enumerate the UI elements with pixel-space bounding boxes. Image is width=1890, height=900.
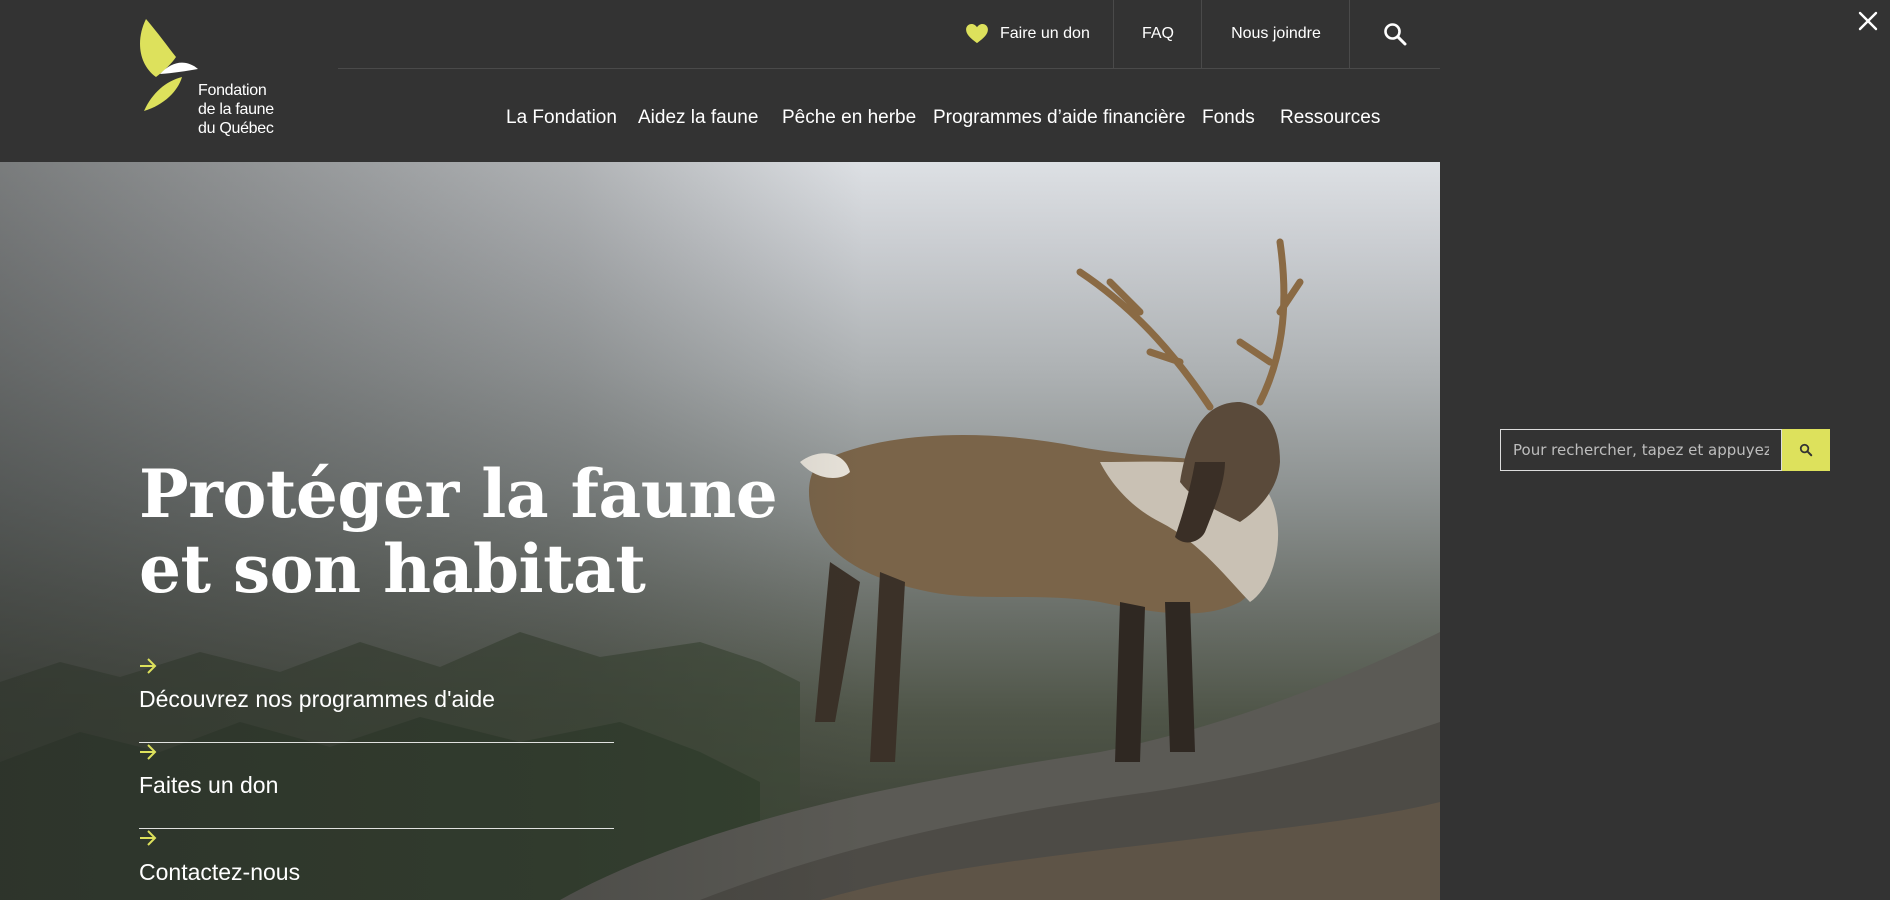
arrow-right-icon: [140, 744, 157, 760]
arrow-right-icon: [140, 830, 157, 846]
page: Fondation de la faune du Québec Faire un…: [0, 0, 1440, 900]
close-icon[interactable]: [1857, 10, 1879, 32]
main-navigation: La Fondation Aidez la faune Pêche en her…: [0, 69, 1440, 162]
contact-link[interactable]: Nous joindre: [1202, 0, 1350, 68]
search-icon: [1384, 23, 1407, 46]
hero-banner: Protéger la faune et son habitat Découvr…: [0, 162, 1440, 900]
hero-title-line-1: Protéger la faune: [139, 455, 778, 533]
search-icon: [1799, 443, 1813, 457]
search-toggle-button[interactable]: [1350, 0, 1440, 68]
faq-label: FAQ: [1141, 25, 1174, 42]
hero-cta-list: Découvrez nos programmes d'aide Faites u…: [139, 657, 614, 900]
heart-icon: [966, 24, 988, 44]
nav-item-aidez-la-faune[interactable]: Aidez la faune: [638, 107, 758, 129]
nav-item-la-fondation[interactable]: La Fondation: [506, 107, 617, 129]
faq-link[interactable]: FAQ: [1114, 0, 1202, 68]
contact-label: Nous joindre: [1231, 25, 1321, 42]
cta-label: Contactez-nous: [139, 858, 301, 885]
hero-title-line-2: et son habitat: [139, 530, 646, 608]
cta-programmes-link[interactable]: Découvrez nos programmes d'aide: [139, 657, 614, 743]
utility-bar: Faire un don FAQ Nous joindre: [338, 0, 1440, 69]
nav-item-programmes[interactable]: Programmes d’aide financière: [933, 107, 1185, 129]
donate-label: Faire un don: [1000, 25, 1090, 42]
cta-label: Faites un don: [139, 772, 279, 798]
search-form: [1500, 429, 1830, 471]
nav-item-ressources[interactable]: Ressources: [1280, 107, 1380, 129]
cta-label: Découvrez nos programmes d'aide: [139, 686, 495, 712]
donate-link[interactable]: Faire un don: [966, 0, 1090, 68]
hero-title: Protéger la faune et son habitat: [139, 455, 778, 608]
cta-contact-link[interactable]: Contactez-nous: [139, 829, 614, 900]
search-submit-button[interactable]: [1782, 429, 1830, 471]
search-input[interactable]: [1500, 429, 1782, 471]
nav-item-fonds[interactable]: Fonds: [1202, 107, 1255, 129]
cta-donate-link[interactable]: Faites un don: [139, 743, 614, 829]
arrow-right-icon: [140, 658, 157, 674]
site-header: Fondation de la faune du Québec Faire un…: [0, 0, 1440, 162]
nav-item-peche-en-herbe[interactable]: Pêche en herbe: [782, 107, 916, 129]
